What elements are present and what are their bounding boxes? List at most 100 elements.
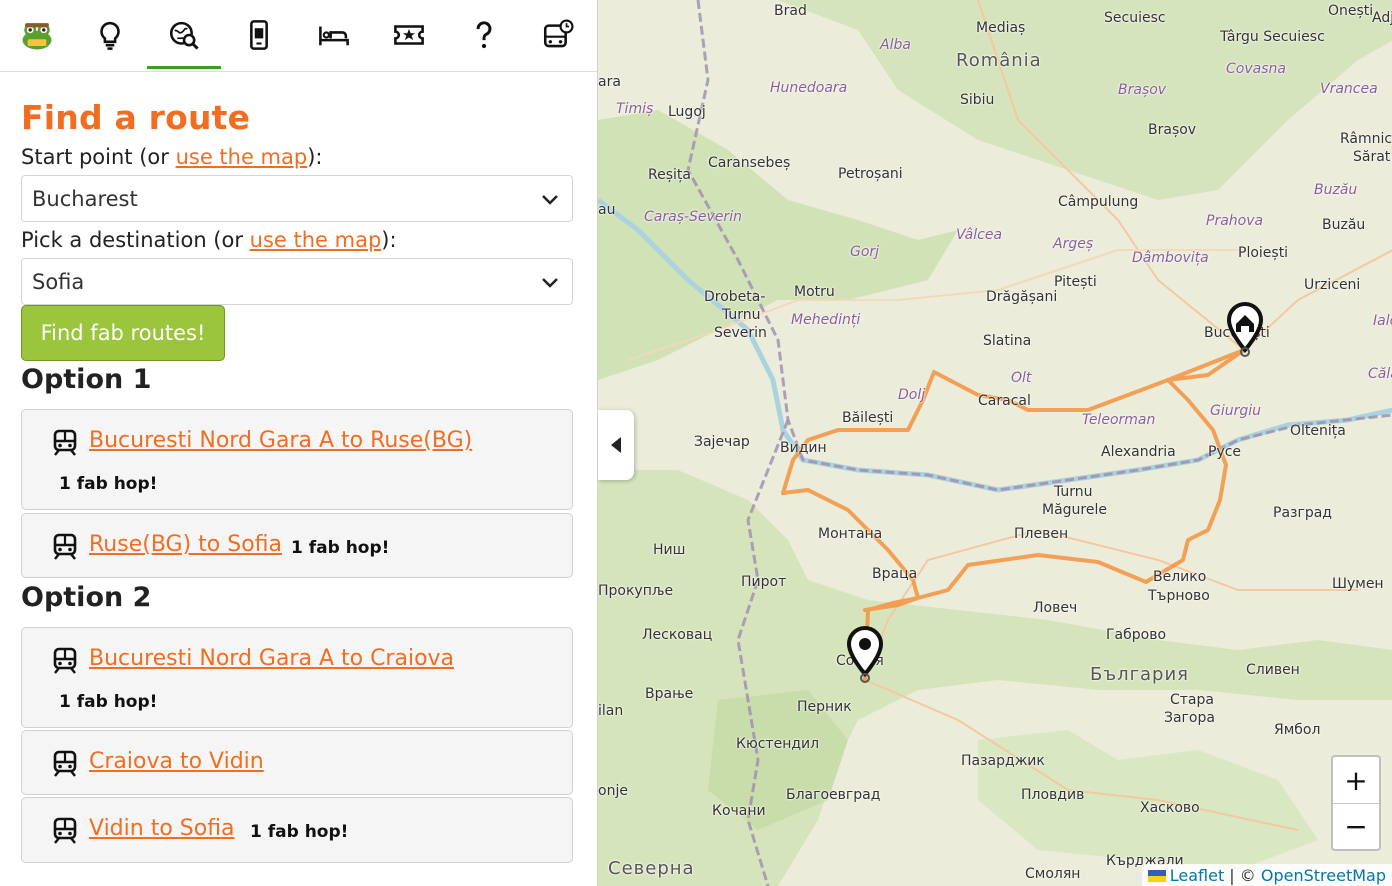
map-label: Onești bbox=[1328, 3, 1374, 19]
map-label: Северна bbox=[608, 858, 695, 879]
start-label-text: Start point (or bbox=[21, 145, 176, 169]
zoom-in-button[interactable]: + bbox=[1333, 757, 1379, 803]
map-label: Oltenița bbox=[1290, 423, 1346, 439]
logo[interactable] bbox=[0, 0, 74, 70]
map-label: Габрово bbox=[1106, 627, 1167, 643]
route-search-icon bbox=[169, 21, 199, 50]
train-icon bbox=[53, 647, 77, 674]
map-label: Alexandria bbox=[1101, 444, 1176, 460]
nav-ideas[interactable] bbox=[73, 0, 147, 70]
map-label: България bbox=[1090, 664, 1190, 685]
route-map[interactable]: Brad Mediaș România Alba Sibiu Secuiesc … bbox=[597, 0, 1392, 886]
dest-label-suffix: ): bbox=[381, 228, 397, 252]
nav-timetable[interactable] bbox=[521, 0, 595, 70]
map-label: Pitești bbox=[1054, 274, 1097, 290]
map-label: Măgurele bbox=[1042, 502, 1107, 518]
train-icon bbox=[53, 750, 77, 777]
nav-phone[interactable] bbox=[222, 0, 296, 70]
map-label: Urziceni bbox=[1304, 277, 1361, 293]
map-label: Covasna bbox=[1226, 61, 1286, 77]
map-label: Alba bbox=[880, 37, 911, 53]
option-heading: Option 1 bbox=[21, 364, 152, 395]
map-label: Пирот bbox=[741, 574, 787, 590]
route-leg-link[interactable]: Bucuresti Nord Gara A to Ruse(BG) bbox=[89, 428, 472, 453]
map-label: Загора bbox=[1164, 710, 1215, 726]
route-leg-card: Bucuresti Nord Gara A to Ruse(BG) 1 fab … bbox=[21, 409, 573, 510]
route-leg-link[interactable]: Craiova to Vidin bbox=[89, 749, 264, 774]
map-label: Смолян bbox=[1025, 866, 1081, 882]
map-label: Teleorman bbox=[1082, 412, 1156, 428]
top-nav bbox=[0, 0, 597, 72]
map-label: ara bbox=[598, 74, 621, 90]
map-label: Caransebeș bbox=[708, 155, 791, 171]
map-label: Ямбол bbox=[1274, 722, 1321, 738]
map-label: onje bbox=[598, 783, 628, 799]
sidebar: Find a route Start point (or use the map… bbox=[0, 0, 597, 886]
find-routes-button[interactable]: Find fab routes! bbox=[21, 305, 225, 361]
map-label: Mehedinți bbox=[791, 312, 861, 328]
map-label: Видин bbox=[780, 440, 827, 456]
map-label: Ниш bbox=[653, 542, 686, 558]
map-label: Călăr bbox=[1368, 366, 1392, 382]
map-label: Vâlcea bbox=[956, 227, 1003, 243]
map-label: Зајечар bbox=[694, 434, 750, 450]
map-label: Timiș bbox=[616, 101, 654, 117]
map-label: Brad bbox=[774, 3, 807, 19]
destination-marker-icon[interactable] bbox=[846, 626, 884, 686]
ticket-star-icon bbox=[394, 25, 424, 45]
map-label: Ploiești bbox=[1238, 245, 1289, 261]
map-label: Sărat bbox=[1353, 149, 1391, 165]
map-label: Враца bbox=[872, 566, 918, 582]
map-label: Buzău bbox=[1314, 182, 1358, 198]
map-label: Lugoj bbox=[668, 104, 706, 120]
bed-icon bbox=[319, 26, 349, 46]
train-icon bbox=[53, 533, 77, 560]
zoom-out-button[interactable]: − bbox=[1333, 803, 1379, 849]
page-title: Find a route bbox=[21, 98, 251, 137]
map-label: Перник bbox=[797, 699, 852, 715]
map-label: Стара bbox=[1170, 692, 1214, 708]
map-label: Caraș-Severin bbox=[644, 209, 742, 225]
map-label: Търново bbox=[1148, 588, 1210, 604]
map-label: Secuiesc bbox=[1104, 10, 1166, 26]
fab-hop-badge: 1 fab hop! bbox=[291, 538, 390, 558]
nav-accommodation[interactable] bbox=[297, 0, 371, 70]
nav-route-finder[interactable] bbox=[147, 0, 221, 70]
start-label: Start point (or use the map): bbox=[21, 145, 322, 169]
dest-use-map-link[interactable]: use the map bbox=[250, 228, 382, 252]
route-leg-link[interactable]: Bucuresti Nord Gara A to Craiova bbox=[89, 646, 454, 671]
train-icon bbox=[53, 429, 77, 456]
route-leg-card: Ruse(BG) to Sofia 1 fab hop! bbox=[21, 513, 573, 578]
map-label: Severin bbox=[714, 325, 767, 341]
start-label-suffix: ): bbox=[307, 145, 323, 169]
start-select[interactable]: Bucharest bbox=[21, 175, 573, 222]
train-icon bbox=[53, 817, 77, 844]
map-label: Slatina bbox=[983, 333, 1032, 349]
map-label: Gorj bbox=[850, 244, 880, 260]
map-label: Câmpulung bbox=[1058, 194, 1139, 210]
attribution-separator: | © bbox=[1224, 866, 1261, 885]
map-attribution: Leaflet | © OpenStreetMap bbox=[1141, 864, 1392, 886]
nav-tickets[interactable] bbox=[372, 0, 446, 70]
phone-icon bbox=[250, 20, 268, 50]
map-label: Кочани bbox=[712, 803, 766, 819]
nav-help[interactable] bbox=[447, 0, 521, 70]
route-leg-link[interactable]: Ruse(BG) to Sofia bbox=[89, 532, 282, 557]
start-marker-icon[interactable] bbox=[1226, 302, 1264, 358]
map-label: Motru bbox=[794, 284, 835, 300]
lightbulb-icon bbox=[100, 21, 120, 50]
map-label: Шумен bbox=[1332, 576, 1384, 592]
map-label: Сливен bbox=[1246, 662, 1300, 678]
map-label: Argeș bbox=[1053, 236, 1094, 252]
collapse-panel-button[interactable] bbox=[598, 410, 634, 480]
leaflet-link[interactable]: Leaflet bbox=[1170, 866, 1224, 885]
dest-select-value: Sofia bbox=[32, 269, 85, 294]
dest-select[interactable]: Sofia bbox=[21, 258, 573, 305]
map-label: Drăgășani bbox=[986, 289, 1058, 305]
route-leg-link[interactable]: Vidin to Sofia bbox=[89, 816, 235, 841]
osm-link[interactable]: OpenStreetMap bbox=[1261, 866, 1386, 885]
map-label: Монтана bbox=[818, 526, 883, 542]
map-label: Caracal bbox=[978, 393, 1031, 409]
start-use-map-link[interactable]: use the map bbox=[176, 145, 308, 169]
map-label: au bbox=[598, 202, 616, 218]
